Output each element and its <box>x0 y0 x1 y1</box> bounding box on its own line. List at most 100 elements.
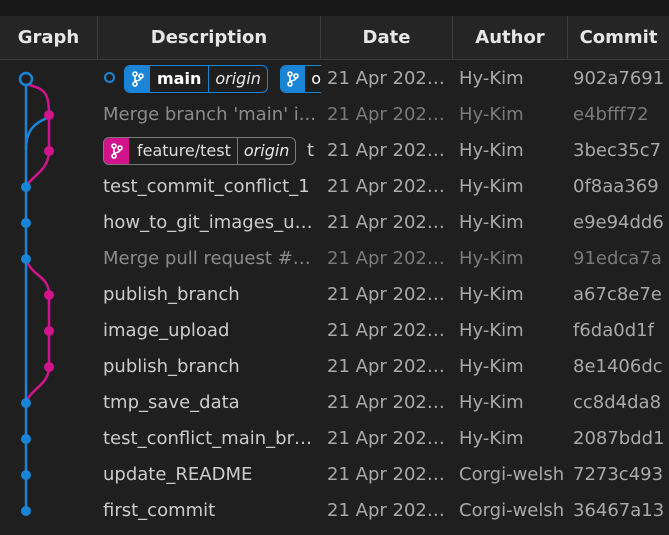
commit-author: Corgi-welsh <box>459 464 565 485</box>
commit-date: 21 Apr 2025... <box>327 464 448 485</box>
commit-row[interactable]: Merge branch 'main' i... 21 Apr 2025... … <box>0 97 669 133</box>
commit-hash: f6da0d1f <box>573 320 654 341</box>
commit-row[interactable]: test_conflict_main_bra... 21 Apr 2025...… <box>0 421 669 457</box>
commit-dot[interactable] <box>21 218 31 228</box>
commit-hash: 7273c493 <box>573 464 664 485</box>
commit-dot[interactable] <box>21 182 31 192</box>
commit-description: tmp_save_data <box>103 392 240 413</box>
ref-name: main <box>157 69 202 88</box>
ref-remote: origin <box>236 138 296 164</box>
column-header-description[interactable]: Description <box>98 16 321 59</box>
commit-date: 21 Apr 2025... <box>327 428 448 449</box>
column-header-author[interactable]: Author <box>453 16 568 59</box>
commit-hash: e4bfff72 <box>573 104 649 125</box>
commit-row[interactable]: tmp_save_data 21 Apr 2025... Hy-Kim cc8d… <box>0 385 669 421</box>
commit-date: 21 Apr 2025... <box>327 320 448 341</box>
commit-date: 21 Apr 2025... <box>327 356 448 377</box>
commit-description: Merge branch 'main' i... <box>103 104 316 125</box>
ref-name: feature/test <box>137 141 231 160</box>
commit-date: 21 Apr 2025... <box>327 140 448 161</box>
commit-hash: 2087bdd1 <box>573 428 665 449</box>
commit-dot[interactable] <box>21 506 31 516</box>
commit-row[interactable]: publish_branch 21 Apr 2025... Hy-Kim a67… <box>0 277 669 313</box>
commit-date: 21 Apr 2025... <box>327 104 448 125</box>
commit-hash: 36467a13 <box>573 500 665 521</box>
ref-remote: origin <box>208 66 267 92</box>
commit-author: Corgi-welsh <box>459 500 565 521</box>
commit-row[interactable]: update_README 21 Apr 2025... Corgi-welsh… <box>0 457 669 493</box>
head-commit-dot[interactable] <box>18 71 34 87</box>
commit-hash: a67c8e7e <box>573 284 662 305</box>
column-header-commit[interactable]: Commit <box>568 16 669 59</box>
commit-description: image_upload <box>103 320 230 341</box>
commit-hash: 0f8aa369 <box>573 176 659 197</box>
commit-author: Hy-Kim <box>459 428 524 449</box>
commit-author: Hy-Kim <box>459 320 524 341</box>
commit-hash: 3bec35c7 <box>573 140 662 161</box>
top-band <box>0 0 669 16</box>
commit-hash: e9e94dd6 <box>573 212 664 233</box>
commit-description: test_conflict_main_bra... <box>103 428 317 449</box>
commit-date: 21 Apr 2025... <box>327 392 448 413</box>
commit-row[interactable]: image_upload 21 Apr 2025... Hy-Kim f6da0… <box>0 313 669 349</box>
commit-row[interactable]: how_to_git_images_up... 21 Apr 2025... H… <box>0 205 669 241</box>
commit-author: Hy-Kim <box>459 392 524 413</box>
commit-author: Hy-Kim <box>459 140 524 161</box>
commit-date: 21 Apr 2025... <box>327 176 448 197</box>
commit-row[interactable]: feature/test origin t 21 Apr 2025... Hy-… <box>0 133 669 169</box>
commit-row[interactable]: publish_branch 21 Apr 2025... Hy-Kim 8e1… <box>0 349 669 385</box>
branch-icon <box>104 138 129 164</box>
commit-author: Hy-Kim <box>459 68 524 89</box>
commit-description: test_commit_conflict_1 <box>103 176 310 197</box>
commit-dot[interactable] <box>21 254 31 264</box>
commit-hash: 8e1406dc <box>573 356 663 377</box>
commit-row[interactable]: Merge pull request #1 ... 21 Apr 2025...… <box>0 241 669 277</box>
branch-icon <box>281 66 306 92</box>
commit-author: Hy-Kim <box>459 212 524 233</box>
commit-dot[interactable] <box>44 110 54 120</box>
commit-hash: cc8d4da8 <box>573 392 662 413</box>
commit-date: 21 Apr 2025... <box>327 212 448 233</box>
ref-badge-main[interactable]: main origin <box>124 65 268 93</box>
head-indicator-icon <box>104 72 115 83</box>
commit-description: Merge pull request #1 ... <box>103 248 317 269</box>
commit-hash: 91edca7a <box>573 248 662 269</box>
commit-description: how_to_git_images_up... <box>103 212 317 233</box>
commit-description: publish_branch <box>103 284 240 305</box>
commit-description: first_commit <box>103 500 216 521</box>
merge-lane-line <box>24 115 51 151</box>
commit-dot[interactable] <box>44 146 54 156</box>
commit-date: 21 Apr 2025... <box>327 500 448 521</box>
feature-lane-line <box>24 257 51 297</box>
ref-badge-feature-test[interactable]: feature/test origin <box>103 137 297 165</box>
commit-row[interactable]: test_commit_conflict_1 21 Apr 2025... Hy… <box>0 169 669 205</box>
commit-dot[interactable] <box>44 326 54 336</box>
commit-row[interactable]: main origin o 21 Apr 2025... Hy-Kim 902a… <box>0 61 669 97</box>
table-header: Graph Description Date Author Commit <box>0 16 669 60</box>
commit-description: publish_branch <box>103 356 240 377</box>
feature-lane-line <box>24 149 51 189</box>
feature-lane-line <box>24 365 51 405</box>
commit-description: t <box>307 140 315 161</box>
commit-author: Hy-Kim <box>459 356 524 377</box>
commit-hash: 902a7691 <box>573 68 665 89</box>
commit-dot[interactable] <box>44 362 54 372</box>
commit-date: 21 Apr 2025... <box>327 248 448 269</box>
feature-lane-line <box>24 82 51 117</box>
commit-dot[interactable] <box>44 290 54 300</box>
commit-row[interactable]: first_commit 21 Apr 2025... Corgi-welsh … <box>0 493 669 529</box>
commit-author: Hy-Kim <box>459 176 524 197</box>
commit-date: 21 Apr 2025... <box>327 284 448 305</box>
commit-graph <box>18 71 54 516</box>
commit-date: 21 Apr 2025... <box>327 68 448 89</box>
ref-badge-main-clipped[interactable]: o <box>280 65 321 93</box>
commit-dot[interactable] <box>21 398 31 408</box>
column-header-date[interactable]: Date <box>321 16 453 59</box>
ref-name: o <box>311 69 321 88</box>
commit-dot[interactable] <box>21 470 31 480</box>
branch-icon <box>125 66 150 92</box>
commit-author: Hy-Kim <box>459 284 524 305</box>
commit-description: update_README <box>103 464 253 485</box>
commit-author: Hy-Kim <box>459 248 524 269</box>
commit-dot[interactable] <box>21 434 31 444</box>
